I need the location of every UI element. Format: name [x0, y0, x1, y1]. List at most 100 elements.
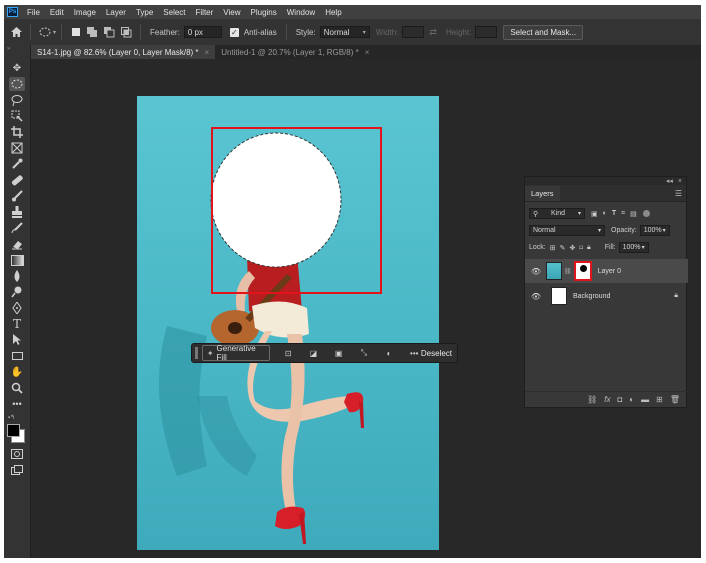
menu-layer[interactable]: Layer — [101, 8, 131, 17]
intersect-selection-icon[interactable] — [120, 26, 133, 39]
tab-untitled-1[interactable]: Untitled-1 @ 20.7% (Layer 1, RGB/8) * × — [215, 45, 375, 59]
screen-mode-icon[interactable] — [9, 463, 25, 477]
lock-position-icon[interactable]: ✥ — [569, 244, 575, 252]
link-layers-icon[interactable]: ⛓︎ — [587, 395, 597, 404]
fx-icon[interactable]: fx — [604, 395, 610, 404]
dodge-tool-icon[interactable] — [9, 285, 25, 299]
feather-input[interactable]: 0 px — [183, 26, 222, 38]
transform-selection-icon[interactable]: ⤡ — [357, 346, 370, 360]
foreground-color-swatch[interactable] — [7, 424, 20, 437]
generative-fill-button[interactable]: ✦ Generative Fill — [201, 344, 270, 362]
new-group-icon[interactable]: ▬ — [641, 395, 649, 404]
more-tools-icon[interactable]: ••• — [9, 397, 25, 411]
path-selection-tool-icon[interactable] — [9, 333, 25, 347]
lock-artboard-icon[interactable]: ⌑ — [579, 244, 583, 252]
modify-selection-icon[interactable]: ⊡ — [282, 346, 295, 360]
lasso-tool-icon[interactable] — [9, 93, 25, 107]
blend-mode-select[interactable]: Normal ▾ — [529, 225, 605, 236]
type-filter-icon[interactable]: T — [612, 210, 616, 217]
create-mask-icon[interactable]: ▣ — [332, 346, 345, 360]
fill-input[interactable]: 100% ▾ — [618, 242, 649, 253]
menu-filter[interactable]: Filter — [191, 8, 219, 17]
new-layer-icon[interactable]: ⊞ — [656, 395, 663, 404]
subtract-from-selection-icon[interactable] — [103, 26, 116, 39]
smart-object-filter-icon[interactable]: ▤ — [630, 210, 637, 218]
brush-tool-icon[interactable] — [9, 189, 25, 203]
trash-icon[interactable]: 🗑︎ — [670, 395, 680, 404]
invert-selection-icon[interactable]: ◪ — [307, 346, 320, 360]
crop-tool-icon[interactable] — [9, 125, 25, 139]
kind-filter-select[interactable]: ⚲ Kind ▾ — [529, 208, 585, 219]
add-mask-icon[interactable]: ◘ — [617, 395, 622, 404]
lock-icon[interactable]: 🔒︎ — [674, 292, 678, 300]
width-input[interactable] — [402, 26, 425, 38]
menu-select[interactable]: Select — [158, 8, 190, 17]
filter-toggle-icon[interactable] — [642, 210, 650, 217]
type-tool-icon[interactable]: T — [9, 317, 25, 331]
close-icon[interactable]: × — [678, 178, 682, 185]
drag-handle[interactable] — [195, 347, 198, 359]
pen-tool-icon[interactable] — [9, 301, 25, 315]
tab-s14-1[interactable]: S14-1.jpg @ 82.6% (Layer 0, Layer Mask/8… — [31, 45, 216, 59]
move-tool-icon[interactable]: ✥ — [9, 61, 25, 75]
adjustment-layer-icon[interactable]: ◐ — [629, 395, 634, 404]
eye-icon[interactable]: 👁︎ — [529, 267, 543, 276]
collapse-panel-icon[interactable]: ◂◂ — [666, 177, 673, 185]
history-brush-tool-icon[interactable] — [9, 221, 25, 235]
lock-image-icon[interactable]: ✎ — [560, 244, 566, 252]
spot-healing-brush-icon[interactable] — [9, 173, 25, 187]
anti-alias-checkbox[interactable]: ✓ — [228, 26, 241, 39]
menu-file[interactable]: File — [22, 8, 45, 17]
chevron-down-icon[interactable]: ▾ — [53, 29, 56, 36]
panel-menu-icon[interactable]: ☰ — [675, 186, 682, 201]
select-and-mask-button[interactable]: Select and Mask... — [503, 24, 584, 40]
elliptical-marquee-preset-icon[interactable] — [38, 26, 51, 39]
object-selection-tool-icon[interactable] — [9, 109, 25, 123]
swap-width-height-icon[interactable]: ⇄ — [429, 27, 437, 38]
adjustment-filter-icon[interactable]: ◐ — [603, 210, 607, 217]
lock-all-icon[interactable]: 🔒︎ — [587, 244, 591, 252]
zoom-tool-icon[interactable] — [9, 381, 25, 395]
link-icon[interactable]: ⛓︎ — [564, 268, 572, 275]
eraser-tool-icon[interactable] — [9, 237, 25, 251]
close-icon[interactable]: × — [205, 48, 210, 57]
elliptical-marquee-tool-icon[interactable] — [9, 77, 25, 91]
more-options-icon[interactable]: ••• — [408, 346, 421, 360]
quick-mask-icon[interactable] — [9, 447, 25, 461]
collapse-toolbar-icon[interactable]: » — [7, 46, 10, 52]
lock-transparent-icon[interactable]: ⊞ — [550, 244, 556, 252]
add-to-selection-icon[interactable] — [86, 26, 99, 39]
layer-row-layer-0[interactable]: 👁︎ ⛓︎ Layer 0 — [525, 259, 688, 283]
height-input[interactable] — [475, 26, 498, 38]
fill-label: Fill: — [604, 244, 616, 251]
menu-image[interactable]: Image — [69, 8, 101, 17]
opacity-input[interactable]: 100% ▾ — [639, 225, 670, 236]
menu-type[interactable]: Type — [131, 8, 158, 17]
tab-layers[interactable]: Layers — [525, 186, 560, 201]
menu-window[interactable]: Window — [282, 8, 320, 17]
photoshop-logo: Ps — [7, 7, 18, 17]
menu-view[interactable]: View — [218, 8, 245, 17]
hand-tool-icon[interactable]: ✋ — [9, 365, 25, 379]
layer-row-background[interactable]: 👁︎ Background 🔒︎ — [525, 284, 688, 308]
close-icon[interactable]: × — [365, 48, 370, 57]
menu-help[interactable]: Help — [320, 8, 346, 17]
default-colors-icon[interactable]: ▪↰ — [8, 414, 15, 421]
layer-mask-thumbnail[interactable] — [573, 261, 592, 281]
frame-tool-icon[interactable] — [9, 141, 25, 155]
gradient-tool-icon[interactable] — [9, 253, 25, 267]
rectangle-tool-icon[interactable] — [9, 349, 25, 363]
shape-filter-icon[interactable]: ⌗ — [621, 210, 625, 218]
deselect-button[interactable]: Deselect — [421, 349, 452, 358]
menu-plugins[interactable]: Plugins — [246, 8, 282, 17]
home-icon[interactable] — [10, 26, 23, 39]
pixel-filter-icon[interactable]: ▣ — [591, 210, 598, 218]
clone-stamp-tool-icon[interactable] — [9, 205, 25, 219]
eye-icon[interactable]: 👁︎ — [529, 292, 543, 301]
menu-edit[interactable]: Edit — [45, 8, 69, 17]
new-selection-icon[interactable] — [69, 26, 82, 39]
blur-tool-icon[interactable] — [9, 269, 25, 283]
style-select[interactable]: Normal ▾ — [319, 26, 370, 38]
fill-selection-icon[interactable]: ◐ — [382, 346, 395, 360]
eyedropper-tool-icon[interactable] — [9, 157, 25, 171]
